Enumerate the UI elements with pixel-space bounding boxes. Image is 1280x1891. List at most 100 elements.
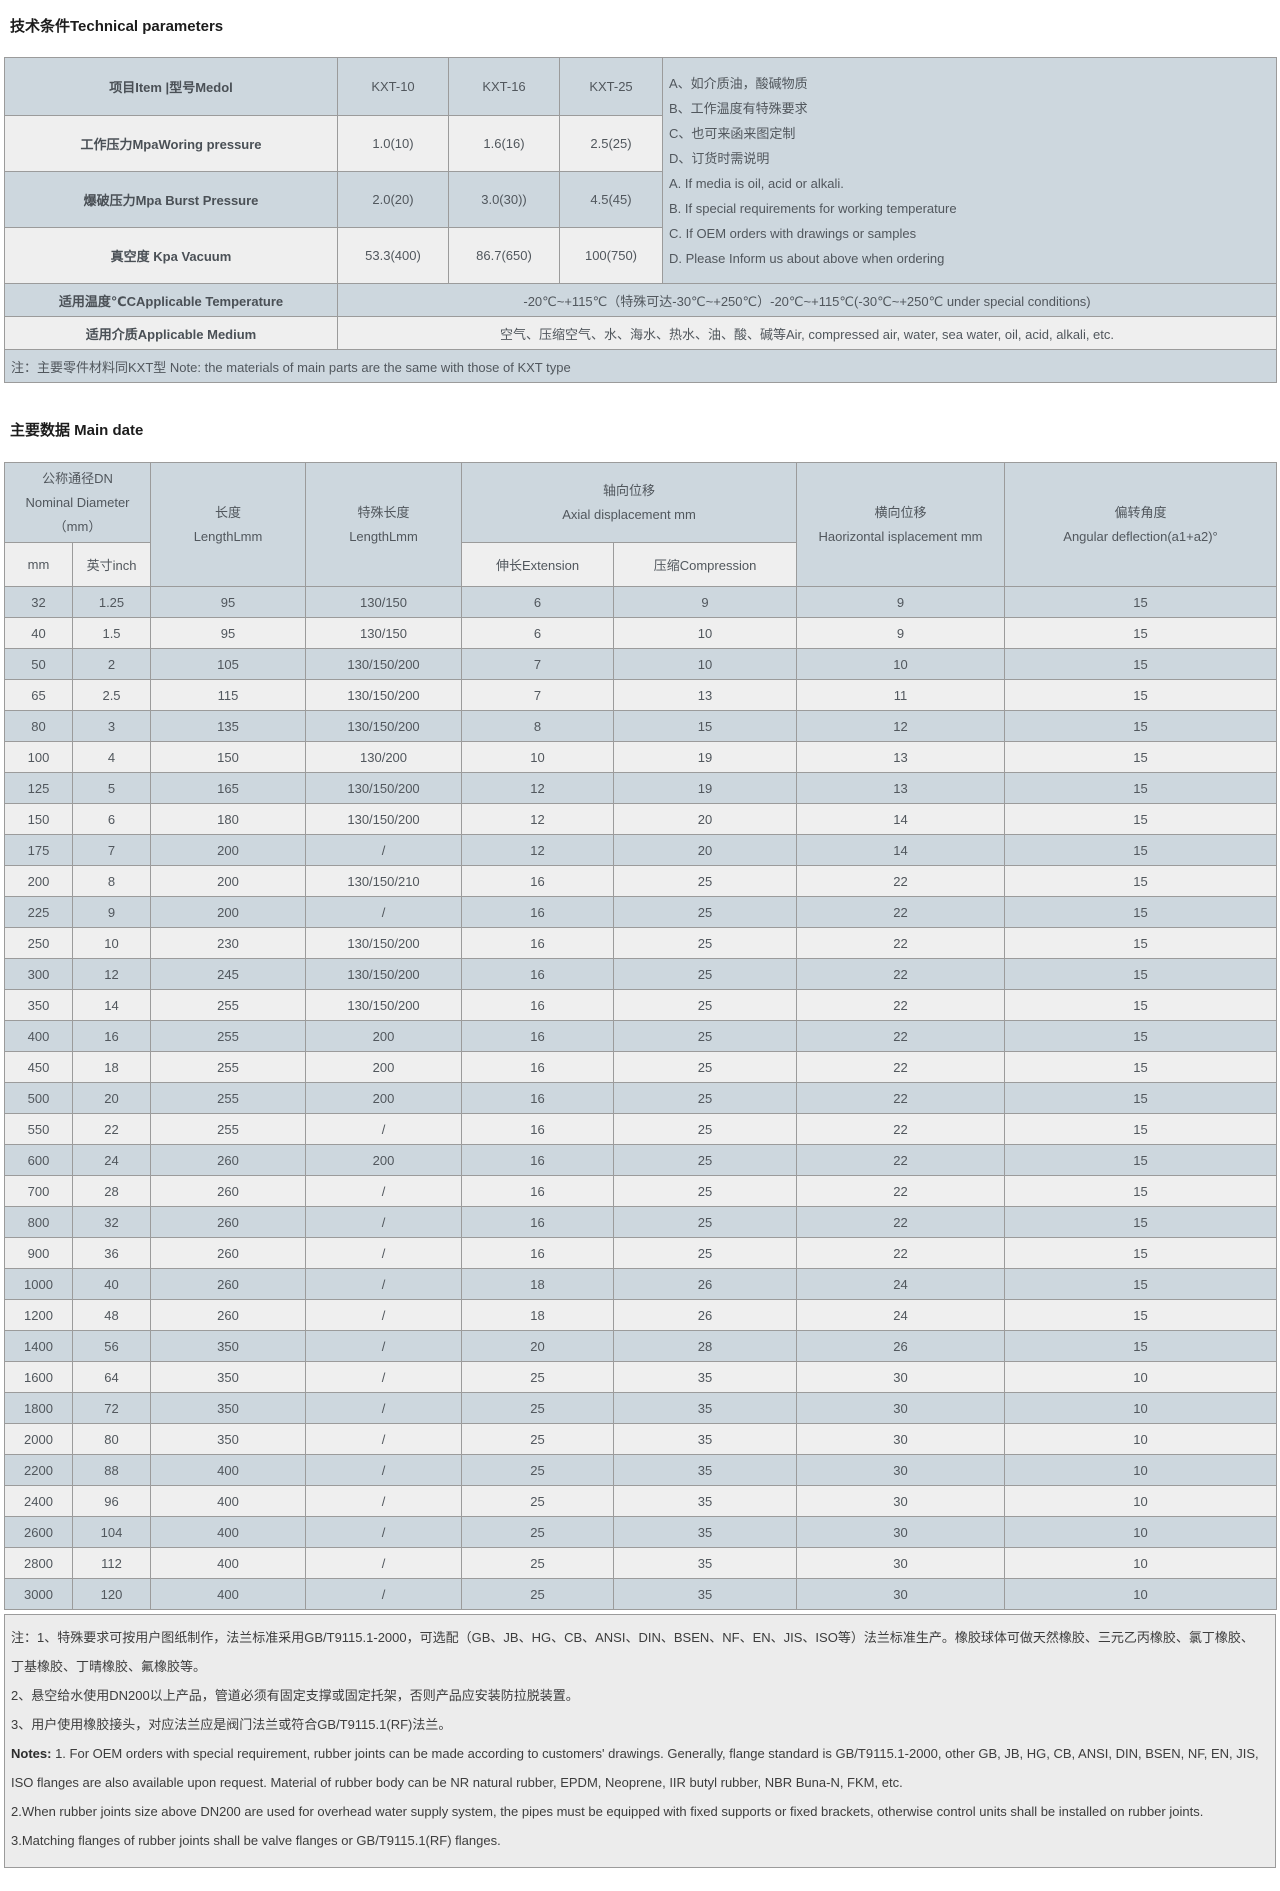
table-cell: 255 bbox=[151, 1052, 306, 1083]
table-cell: 6 bbox=[462, 587, 614, 618]
table-cell: 600 bbox=[5, 1145, 73, 1176]
table-cell: 10 bbox=[1005, 1455, 1277, 1486]
table-row: 2259200/16252215 bbox=[5, 897, 1277, 928]
table-cell: 35 bbox=[614, 1362, 797, 1393]
table-cell: 18 bbox=[73, 1052, 151, 1083]
table-cell: 25 bbox=[462, 1548, 614, 1579]
table-cell: 130/150/200 bbox=[306, 680, 462, 711]
table-cell: 15 bbox=[1005, 1021, 1277, 1052]
table-cell: 200 bbox=[151, 866, 306, 897]
table-cell: 20 bbox=[462, 1331, 614, 1362]
table-cell: 32 bbox=[5, 587, 73, 618]
table-cell: 95 bbox=[151, 587, 306, 618]
table-cell: 2.5 bbox=[73, 680, 151, 711]
table-row: 4001625520016252215 bbox=[5, 1021, 1277, 1052]
header-line-zh: 长度 bbox=[155, 501, 301, 525]
table-cell: 16 bbox=[462, 959, 614, 990]
table-cell: 1200 bbox=[5, 1300, 73, 1331]
table-cell: 22 bbox=[797, 959, 1005, 990]
table-cell: 16 bbox=[462, 1114, 614, 1145]
table-row: 1757200/12201415 bbox=[5, 835, 1277, 866]
table-cell: 5 bbox=[73, 773, 151, 804]
table-cell: 230 bbox=[151, 928, 306, 959]
table-cell: / bbox=[306, 1300, 462, 1331]
table-cell: 16 bbox=[462, 1052, 614, 1083]
inch-subheader: 英寸inch bbox=[73, 543, 151, 587]
table-cell: 25 bbox=[614, 866, 797, 897]
table-cell: 15 bbox=[1005, 1331, 1277, 1362]
table-cell: 24 bbox=[73, 1145, 151, 1176]
table-cell: 260 bbox=[151, 1269, 306, 1300]
table-cell: 15 bbox=[1005, 1145, 1277, 1176]
table-row: 200080350/25353010 bbox=[5, 1424, 1277, 1455]
table-cell: 130/150/210 bbox=[306, 866, 462, 897]
table-cell: 15 bbox=[1005, 1300, 1277, 1331]
table-cell: 15 bbox=[1005, 1052, 1277, 1083]
length-header: 长度 LengthLmm bbox=[151, 463, 306, 587]
table-cell: 7 bbox=[462, 680, 614, 711]
table-cell: 15 bbox=[1005, 742, 1277, 773]
table-row: 项目Item |型号Medol KXT-10 KXT-16 KXT-25 A、如… bbox=[5, 58, 1277, 116]
header-line-zh: 公称通径DN bbox=[9, 467, 146, 491]
table-cell: 1800 bbox=[5, 1393, 73, 1424]
angular-deflection-header: 偏转角度 Angular deflection(a1+a2)° bbox=[1005, 463, 1277, 587]
table-cell: 30 bbox=[797, 1362, 1005, 1393]
table-cell: 255 bbox=[151, 1021, 306, 1052]
table-cell: 25 bbox=[614, 1052, 797, 1083]
table-cell: 16 bbox=[462, 1176, 614, 1207]
table-cell: 10 bbox=[1005, 1517, 1277, 1548]
table-cell: 104 bbox=[73, 1517, 151, 1548]
table-row: 120048260/18262415 bbox=[5, 1300, 1277, 1331]
table-row: 2008200130/150/21016252215 bbox=[5, 866, 1277, 897]
table-cell: / bbox=[306, 1207, 462, 1238]
table-cell: 3.0(30)) bbox=[449, 172, 560, 228]
table-cell: 1600 bbox=[5, 1362, 73, 1393]
table-cell: / bbox=[306, 1176, 462, 1207]
table-cell: 16 bbox=[462, 1145, 614, 1176]
table-cell: 14 bbox=[797, 835, 1005, 866]
table-row: 2800112400/25353010 bbox=[5, 1548, 1277, 1579]
header-line-en: LengthLmm bbox=[155, 525, 301, 549]
ordering-notes-cell: A、如介质油，酸碱物质B、工作温度有特殊要求C、也可来函来图定制D、订货时需说明… bbox=[663, 58, 1277, 284]
header-row-groups: 公称通径DN Nominal Diameter （mm） 长度 LengthLm… bbox=[5, 463, 1277, 543]
table-cell: 350 bbox=[151, 1362, 306, 1393]
table-cell: 19 bbox=[614, 773, 797, 804]
table-cell: 3000 bbox=[5, 1579, 73, 1610]
table-cell: 7 bbox=[73, 835, 151, 866]
table-cell: 20 bbox=[614, 835, 797, 866]
table-cell: 10 bbox=[797, 649, 1005, 680]
table-cell: 16 bbox=[462, 897, 614, 928]
table-cell: 15 bbox=[1005, 1114, 1277, 1145]
table-cell: 500 bbox=[5, 1083, 73, 1114]
header-line-en: Angular deflection(a1+a2)° bbox=[1009, 525, 1272, 549]
table-cell: 50 bbox=[5, 649, 73, 680]
table-cell: 24 bbox=[797, 1300, 1005, 1331]
table-row: 90036260/16252215 bbox=[5, 1238, 1277, 1269]
table-cell: 22 bbox=[797, 1207, 1005, 1238]
table-cell: 26 bbox=[614, 1269, 797, 1300]
note-prefix: Notes: bbox=[11, 1746, 51, 1761]
table-cell: 200 bbox=[306, 1145, 462, 1176]
medium-value: 空气、压缩空气、水、海水、热水、油、酸、碱等Air, compressed ai… bbox=[338, 317, 1277, 350]
page: 技术条件Technical parameters 项目Item |型号Medol… bbox=[0, 0, 1280, 1878]
table-cell: 12 bbox=[797, 711, 1005, 742]
table-cell: 25 bbox=[462, 1393, 614, 1424]
table-row: 401.595130/150610915 bbox=[5, 618, 1277, 649]
table-cell: 53.3(400) bbox=[338, 228, 449, 284]
table-cell: 10 bbox=[614, 618, 797, 649]
table-cell: 35 bbox=[614, 1548, 797, 1579]
table-cell: 15 bbox=[1005, 1269, 1277, 1300]
bottom-notes: 注：1、特殊要求可按用户图纸制作，法兰标准采用GB/T9115.1-2000，可… bbox=[4, 1614, 1276, 1868]
table-cell: 245 bbox=[151, 959, 306, 990]
table-row: 70028260/16252215 bbox=[5, 1176, 1277, 1207]
materials-footnote-row: 注：主要零件材料同KXT型 Note: the materials of mai… bbox=[5, 350, 1277, 383]
ordering-note-line: B、工作温度有特殊要求 bbox=[669, 96, 1270, 121]
ordering-note-line: A、如介质油，酸碱物质 bbox=[669, 71, 1270, 96]
header-line-en: Haorizontal isplacement mm bbox=[801, 525, 1000, 549]
table-cell: / bbox=[306, 1269, 462, 1300]
ordering-note-line: C、也可来函来图定制 bbox=[669, 121, 1270, 146]
table-cell: 2000 bbox=[5, 1424, 73, 1455]
table-cell: 30 bbox=[797, 1579, 1005, 1610]
nominal-diameter-header: 公称通径DN Nominal Diameter （mm） bbox=[5, 463, 151, 543]
table-cell: 25 bbox=[462, 1517, 614, 1548]
